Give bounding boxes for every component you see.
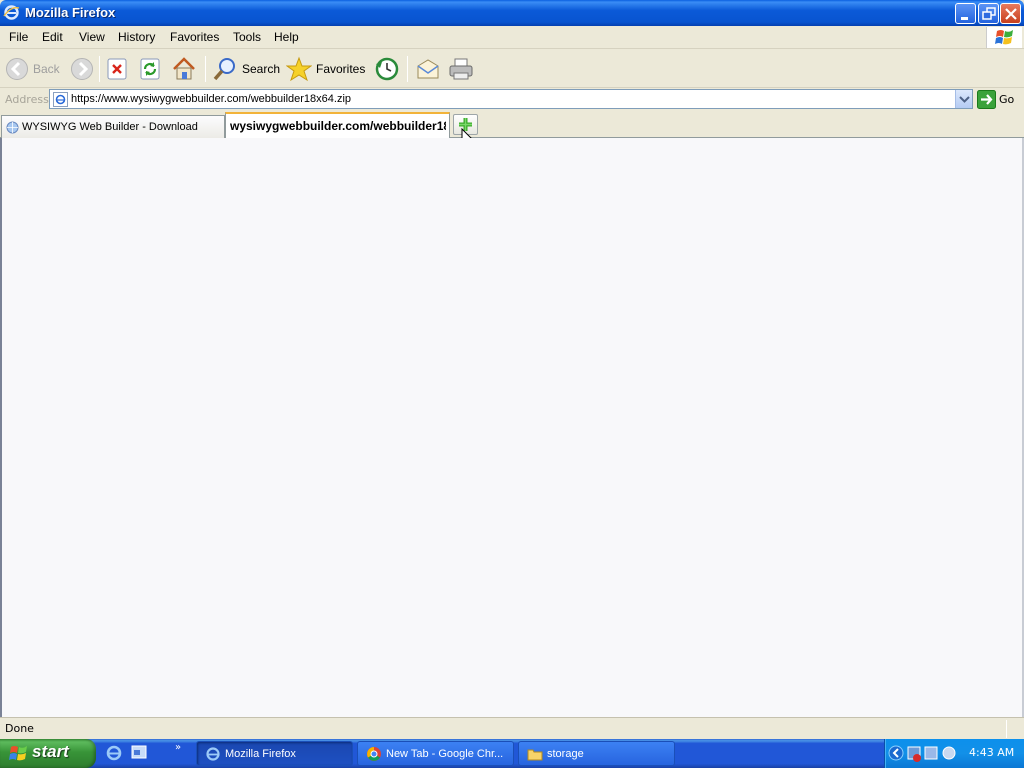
quick-launch [104,743,164,766]
task-label: New Tab - Google Chr... [386,748,504,760]
back-label: Back [33,62,60,76]
toolbar-separator [407,56,408,82]
security-icon [924,746,938,760]
address-url: https://www.wysiwygwebbuilder.com/webbui… [71,93,352,105]
window-title: Mozilla Firefox [25,5,116,20]
windows-flag-icon [9,746,27,761]
ie-icon [206,747,220,761]
chevron-down-icon [959,96,970,103]
network-error-icon [913,754,921,762]
star-icon [286,56,312,82]
favorites-label: Favorites [316,62,366,76]
folder-icon [527,749,543,761]
restore-button[interactable] [978,3,999,24]
toolbar-separator [99,56,100,82]
address-field[interactable]: https://www.wysiwygwebbuilder.com/webbui… [49,89,973,109]
history-icon [375,57,399,81]
minimize-icon [961,17,968,20]
tab-bar: WYSIWYG Web Builder - Download wysiwygwe… [0,112,1024,149]
home-icon [173,57,195,80]
toolbar-separator [205,56,206,82]
mail-icon [417,59,439,79]
menu-tools[interactable]: Tools [233,30,261,44]
taskbar: start » Mozilla Firefox New Tab - Google… [0,739,1024,768]
system-tray: 4:43 AM [884,739,1024,768]
tab-label: wysiwygwebbuilder.com/webbuilder18x64.zi… [230,119,446,133]
mail-button[interactable] [415,54,441,84]
standard-toolbar: Back Search Favorites [0,50,1024,88]
address-bar: Address https://www.wysiwygwebbuilder.co… [0,88,1024,111]
print-button[interactable] [448,54,474,84]
menu-edit[interactable]: Edit [42,30,63,44]
task-mozilla-firefox[interactable]: Mozilla Firefox [196,741,353,766]
menu-view[interactable]: View [79,30,105,44]
windows-flag-icon [995,30,1013,45]
search-label: Search [242,62,281,76]
start-label: start [32,742,69,761]
show-desktop-icon [131,745,147,759]
go-arrow-icon [977,90,996,109]
page-ie-icon [53,92,68,107]
ie-icon [3,5,20,20]
status-text: Done [5,722,34,735]
go-button[interactable]: Go [977,90,1014,109]
menu-bar: File Edit View History Favorites Tools H… [0,26,1024,49]
stop-icon [107,58,127,80]
refresh-icon [140,58,160,80]
history-button[interactable] [374,54,400,84]
title-bar: Mozilla Firefox [0,0,1024,26]
stop-button[interactable] [106,54,128,84]
home-button[interactable] [171,54,197,84]
back-arrow-icon [6,58,28,80]
tab-wysiwyg-download[interactable]: WYSIWYG Web Builder - Download [1,115,225,138]
address-dropdown-button[interactable] [955,90,972,108]
menu-history[interactable]: History [118,30,155,44]
favorites-button[interactable]: Favorites [286,54,365,84]
tray-icons [888,745,956,762]
quick-launch-icons [106,745,147,761]
start-button[interactable]: start [0,739,96,768]
task-google-chrome[interactable]: New Tab - Google Chr... [357,741,514,766]
close-button[interactable] [1000,3,1021,24]
search-button[interactable]: Search [212,54,280,84]
status-separator [1006,720,1007,738]
volume-icon [942,746,956,760]
restore-icon [982,7,996,20]
minimize-button[interactable] [955,3,976,24]
printer-icon [449,58,473,80]
tray-collapse-icon [888,745,904,761]
menu-help[interactable]: Help [274,30,299,44]
forward-arrow-icon [71,58,93,80]
forward-button[interactable] [69,54,95,84]
go-label: Go [999,93,1015,106]
task-label: storage [547,748,584,760]
menu-favorites[interactable]: Favorites [170,30,219,44]
quick-launch-more-icon[interactable]: » [175,742,181,753]
page-content-area[interactable] [0,138,1024,717]
close-icon [1005,8,1017,20]
windows-logo [986,27,1022,48]
status-bar: Done [0,717,1024,739]
search-icon [213,58,235,81]
task-label: Mozilla Firefox [225,748,296,760]
back-button[interactable]: Back [5,54,60,84]
tab-webbuilder-zip[interactable]: wysiwygwebbuilder.com/webbuilder18x64.zi… [225,112,450,139]
tab-label: WYSIWYG Web Builder - Download [22,121,198,133]
refresh-button[interactable] [139,54,161,84]
clock: 4:43 AM [969,746,1015,759]
address-label: Address [5,93,49,106]
menu-file[interactable]: File [9,30,28,44]
task-storage-folder[interactable]: storage [518,741,675,766]
chrome-icon [367,747,381,761]
ie-quicklaunch-icon [106,745,122,761]
globe-icon [6,121,19,134]
